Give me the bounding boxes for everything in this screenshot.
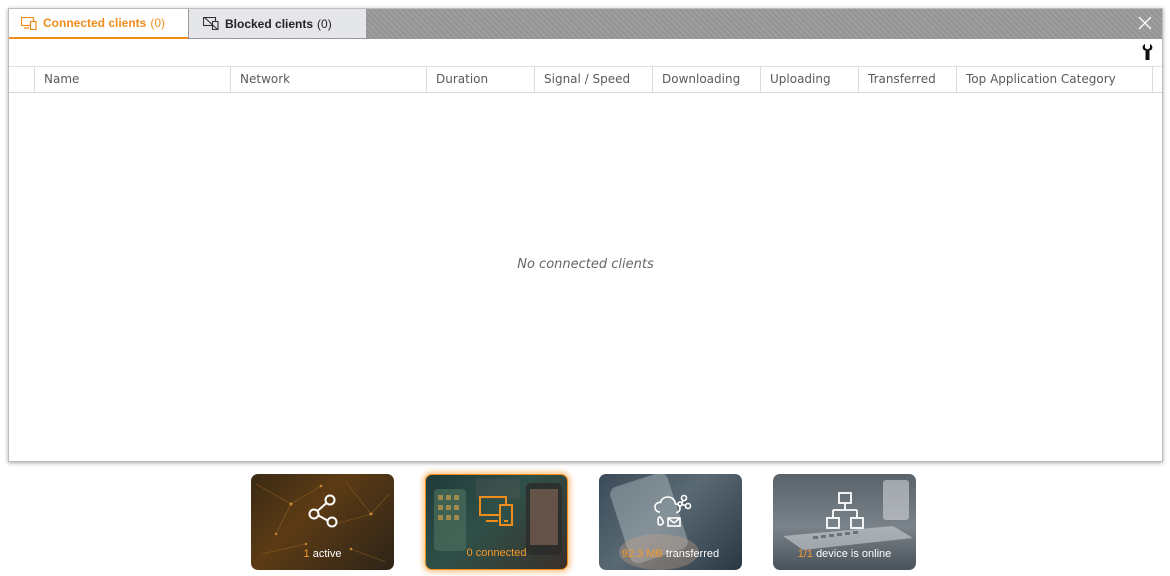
column-header-top-app-category[interactable]: Top Application Category	[956, 67, 1153, 92]
card-transferred-text: transferred	[665, 548, 720, 560]
card-connected-clients[interactable]: 0 connected	[425, 474, 568, 570]
table-toolbar	[9, 39, 1162, 67]
column-header-name[interactable]: Name	[34, 67, 230, 92]
card-connected-label: 0 connected	[426, 547, 567, 559]
column-header-duration[interactable]: Duration	[426, 67, 534, 92]
monitor-devices-icon	[21, 16, 37, 30]
card-active-text: active	[312, 548, 342, 560]
card-online-text: device is online	[816, 548, 892, 560]
column-header-transferred[interactable]: Transferred	[858, 67, 956, 92]
card-active-networks[interactable]: 1 active	[251, 474, 394, 570]
column-header-network[interactable]: Network	[230, 67, 426, 92]
tab-blocked-label: Blocked clients	[225, 16, 314, 31]
card-connected-text: connected	[475, 547, 527, 559]
blocked-devices-icon	[203, 17, 219, 30]
hierarchy-icon	[773, 488, 916, 534]
network-nodes-icon	[251, 488, 394, 534]
wrench-icon[interactable]	[1142, 43, 1156, 61]
tab-connected-count: (0)	[150, 16, 166, 30]
card-data-transferred[interactable]: 92.3 MB transferred	[599, 474, 742, 570]
card-active-number: 1	[303, 548, 310, 560]
card-online-label: 1/1 device is online	[773, 548, 916, 560]
empty-table-message: No connected clients	[517, 257, 654, 272]
devices-icon	[426, 489, 567, 535]
card-active-label: 1 active	[251, 548, 394, 560]
card-connected-number: 0	[466, 547, 473, 559]
cloud-share-icon	[599, 488, 742, 534]
clients-panel: Connected clients (0) Blocked clients (0…	[8, 8, 1163, 462]
close-icon[interactable]	[1137, 15, 1153, 31]
summary-cards: 1 active 0 connected 92.3 MB transferred…	[0, 474, 1170, 570]
card-devices-online[interactable]: 1/1 device is online	[773, 474, 916, 570]
table-header: Name Network Duration Signal / Speed Dow…	[9, 67, 1162, 93]
card-online-number: 1/1	[797, 548, 813, 560]
column-header-uploading[interactable]: Uploading	[760, 67, 858, 92]
tab-bar: Connected clients (0) Blocked clients (0…	[9, 9, 1162, 39]
tab-connected-clients[interactable]: Connected clients (0)	[9, 9, 188, 39]
tab-blocked-count: (0)	[317, 16, 332, 31]
tab-connected-label: Connected clients	[43, 16, 147, 30]
column-header-downloading[interactable]: Downloading	[652, 67, 760, 92]
card-transferred-label: 92.3 MB transferred	[599, 548, 742, 560]
column-header-signal-speed[interactable]: Signal / Speed	[534, 67, 652, 92]
tab-blocked-clients[interactable]: Blocked clients (0)	[189, 9, 366, 38]
card-transferred-number: 92.3 MB	[621, 548, 663, 560]
